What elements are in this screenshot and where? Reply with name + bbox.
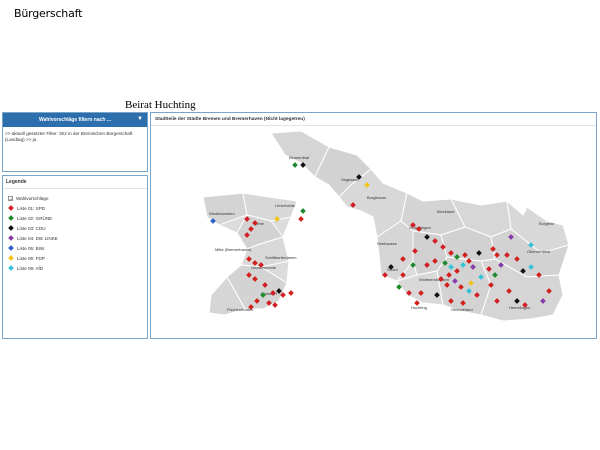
candidate-marker[interactable]	[292, 162, 298, 168]
diamond-icon	[8, 245, 14, 251]
legend-item-afd: Liste 09: AfD	[8, 263, 142, 273]
diamond-icon	[8, 225, 14, 231]
legend-label: Liste 02: GRÜNE	[17, 215, 53, 221]
legend-item-wahlvorschlaege[interactable]: Wahlvorschläge	[8, 193, 142, 203]
legend-label: Liste 03: CDU	[17, 225, 46, 231]
legend-item-fdp: Liste 06: FDP	[8, 253, 142, 263]
page: Bürgerschaft Beirat Huchting Wahlvorschl…	[0, 0, 600, 450]
filter-panel: Wahlvorschläge filtern nach ... ▼ >> akt…	[2, 112, 148, 172]
legend-item-gruene: Liste 02: GRÜNE	[8, 213, 142, 223]
diamond-icon	[8, 215, 14, 221]
legend-label: Liste 01: SPD	[17, 205, 46, 211]
legend-item-cdu: Liste 03: CDU	[8, 223, 142, 233]
district-label: Leherheide	[275, 203, 296, 208]
district-label: Geestemünde	[251, 265, 277, 270]
district-label: Hemelingen	[509, 305, 530, 310]
district-label: Obervieland	[451, 307, 473, 312]
district-label: Burglesum	[367, 195, 387, 200]
district-label: Mitte (Bremerhaven)	[215, 247, 252, 252]
legend-label: Liste 04: DIE LINKE	[17, 235, 58, 241]
candidate-marker[interactable]	[298, 216, 304, 222]
district-label: Blockland	[437, 209, 454, 214]
legend-label: Liste 06: FDP	[17, 255, 45, 261]
district-label: Oberneuland	[527, 249, 550, 254]
legend-item-linke: Liste 04: DIE LINKE	[8, 233, 142, 243]
legend-title: Legende	[3, 176, 147, 189]
district-label: Borgfeld	[539, 221, 554, 226]
chevron-down-icon: ▼	[137, 116, 143, 122]
district-label: Weddewarden	[209, 211, 235, 216]
legend-label: Liste 05: BIW	[17, 245, 45, 251]
diamond-icon	[8, 265, 14, 271]
legend-item-biw: Liste 05: BIW	[8, 243, 142, 253]
checkbox-icon[interactable]	[8, 195, 13, 201]
page-subtitle: Beirat Huchting	[125, 99, 196, 111]
page-title: Bürgerschaft	[14, 7, 83, 20]
legend-panel: Legende Wahlvorschläge Liste 01: SPD Lis…	[2, 175, 148, 339]
district-label: Schiffdorferdamm	[265, 255, 297, 260]
diamond-icon	[8, 205, 14, 211]
legend-item-spd: Liste 01: SPD	[8, 203, 142, 213]
legend-label: Liste 09: AfD	[17, 265, 44, 271]
candidate-marker[interactable]	[288, 290, 294, 296]
candidate-marker[interactable]	[300, 208, 306, 214]
district-label: Vegesack	[341, 177, 358, 182]
legend-list: Wahlvorschläge Liste 01: SPD Liste 02: G…	[3, 189, 147, 277]
district-label: Blumenthal	[289, 155, 309, 160]
district-label: Woltmershausen	[419, 277, 449, 282]
district-label: Seehausen	[377, 241, 397, 246]
legend-label: Wahlvorschläge	[16, 195, 49, 201]
filter-button-label: Wahlvorschläge filtern nach ...	[38, 117, 112, 123]
district-map[interactable]: Blumenthal Vegesack Burglesum Weddewarde…	[151, 125, 596, 338]
diamond-icon	[8, 255, 14, 261]
district-label: Huchting	[411, 305, 427, 310]
diamond-icon	[8, 235, 14, 241]
map-panel: Stadtteile der Städte Bremen und Bremerh…	[150, 112, 597, 339]
filter-dropdown-button[interactable]: Wahlvorschläge filtern nach ... ▼	[3, 113, 147, 127]
active-filter-text: >> aktuell gesetzter Filter: Sitz in der…	[5, 131, 133, 142]
